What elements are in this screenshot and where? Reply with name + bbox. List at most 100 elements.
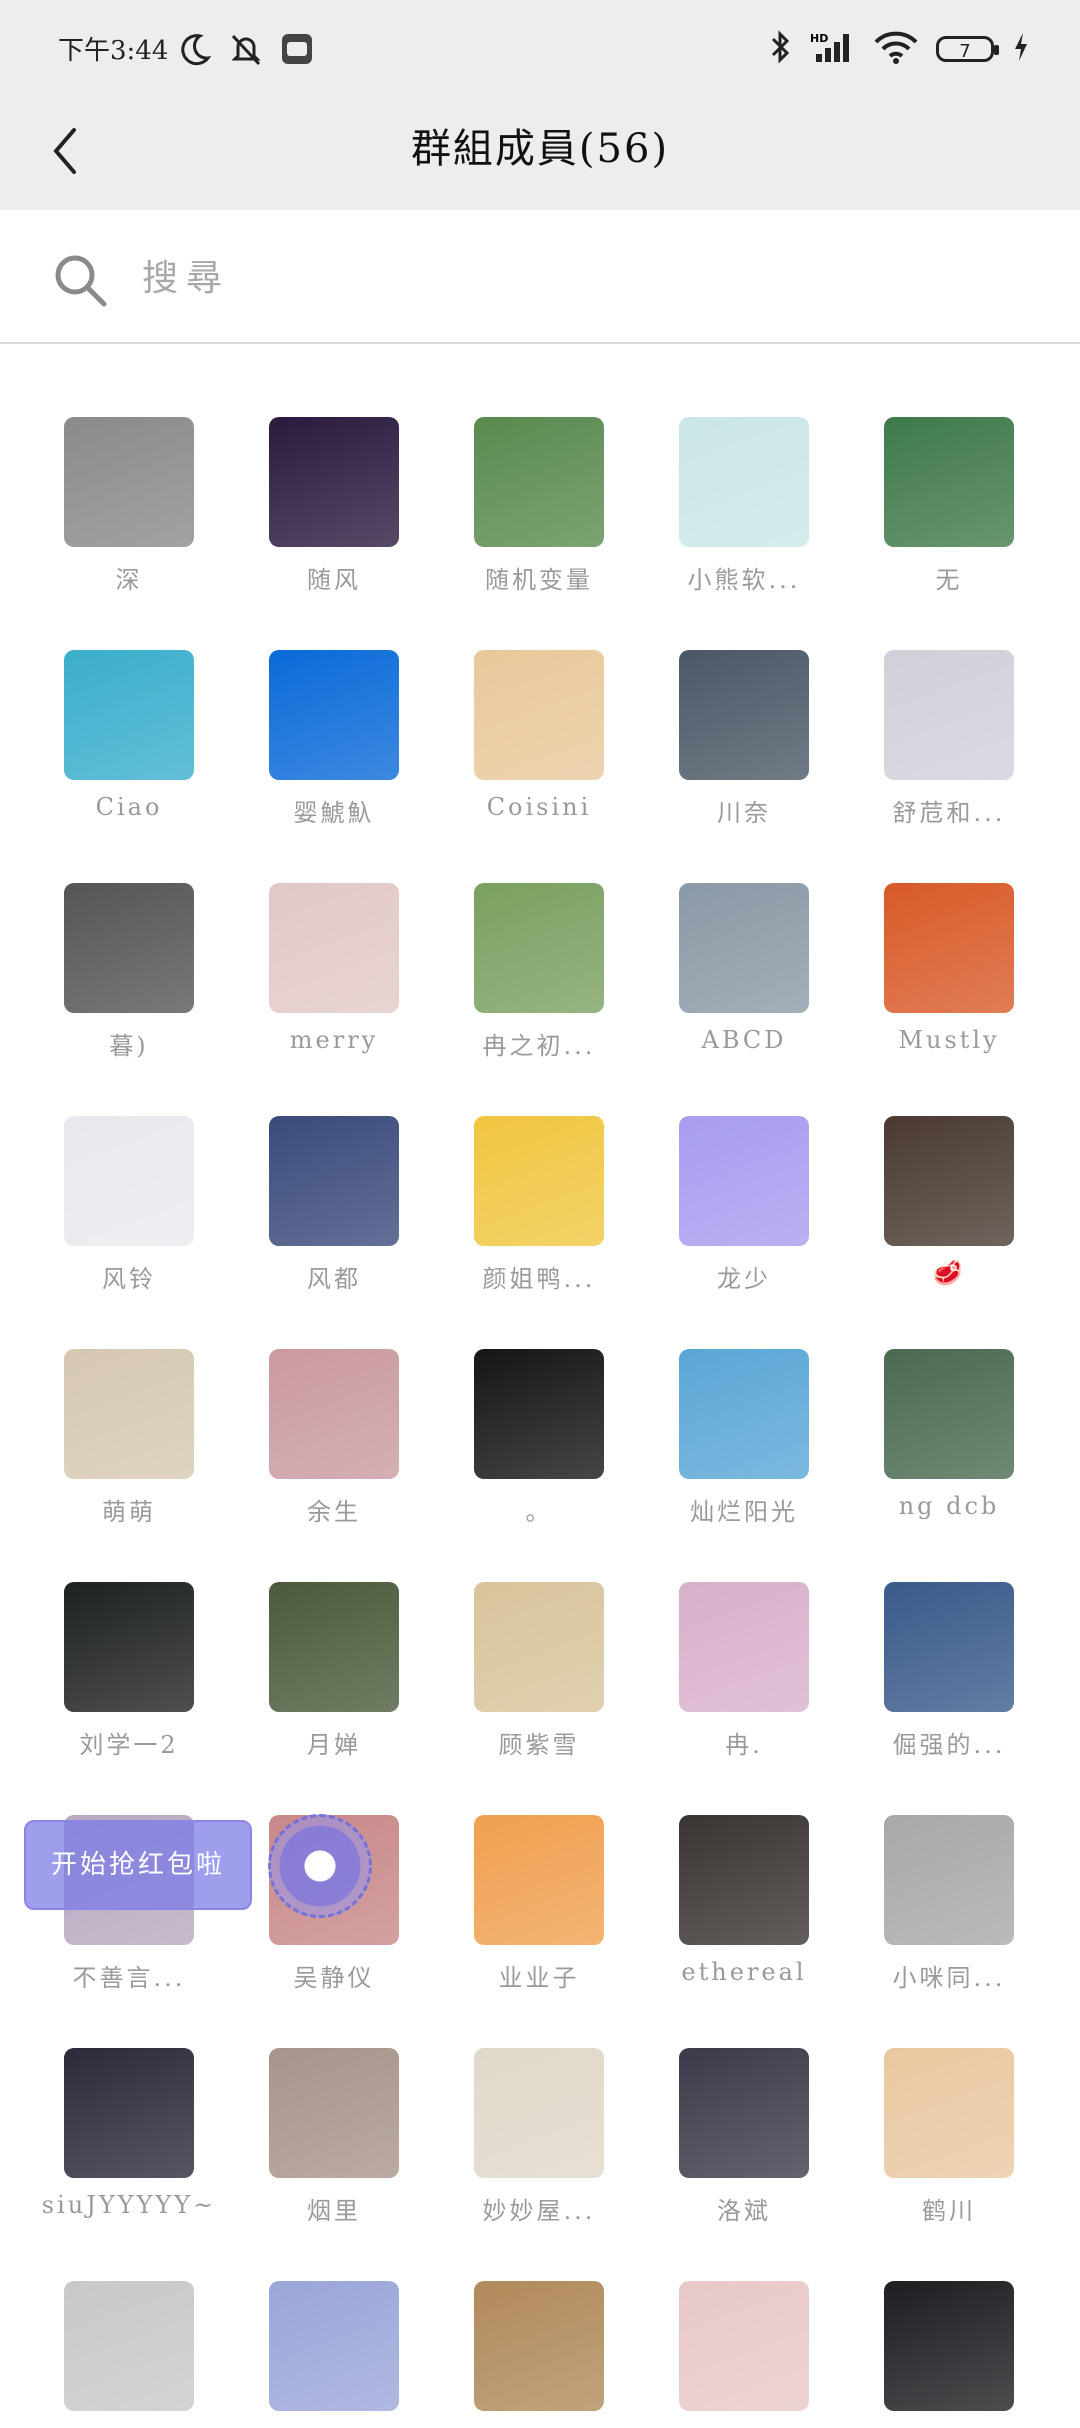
search-icon (52, 252, 108, 312)
member-item[interactable]: Ciao (15, 577, 220, 821)
member-item[interactable]: ng dcb (835, 1276, 1040, 1520)
avatar (64, 1116, 194, 1246)
avatar (64, 650, 194, 780)
avatar (679, 417, 809, 547)
member-item[interactable]: 无 (835, 344, 1040, 594)
member-item[interactable]: 川奈 (630, 577, 835, 827)
member-item[interactable]: 月婵 (220, 1509, 425, 1759)
member-item[interactable]: 小咪同... (835, 1742, 1040, 1992)
avatar (64, 417, 194, 547)
member-item[interactable]: 随机变量 (425, 344, 630, 594)
member-item[interactable]: 龙少 (630, 1043, 835, 1293)
battery-icon: 7 (936, 36, 999, 62)
avatar (64, 2048, 194, 2178)
member-item[interactable]: Coisini (425, 577, 630, 821)
member-item[interactable]: 萌萌 (15, 1276, 220, 1526)
member-item[interactable]: ethereal (630, 1742, 835, 1986)
avatar (474, 1582, 604, 1712)
member-item[interactable]: 洛斌 (630, 1975, 835, 2225)
avatar (679, 650, 809, 780)
app-notification-icon (280, 32, 314, 70)
avatar (884, 2048, 1014, 2178)
member-item[interactable]: 顾紫雪 (425, 1509, 630, 1759)
member-item[interactable] (220, 2208, 425, 2428)
floating-disc-icon[interactable] (268, 1814, 372, 1918)
member-item[interactable]: 妙妙屋... (425, 1975, 630, 2225)
avatar (474, 2048, 604, 2178)
status-time: 下午3:44 (58, 36, 169, 66)
avatar (679, 1116, 809, 1246)
bell-muted-icon (228, 32, 264, 72)
avatar (269, 1116, 399, 1246)
avatar (474, 417, 604, 547)
avatar (884, 417, 1014, 547)
moon-icon (176, 32, 212, 72)
avatar (269, 1582, 399, 1712)
avatar (884, 2281, 1014, 2411)
avatar (679, 2048, 809, 2178)
member-item[interactable] (835, 2208, 1040, 2428)
status-right: HD 7 (770, 30, 1030, 68)
avatar (679, 1815, 809, 1945)
member-item[interactable]: 灿烂阳光 (630, 1276, 835, 1526)
member-item[interactable]: 。 (425, 1276, 630, 1526)
red-packet-banner[interactable]: 开始抢红包啦 (24, 1820, 252, 1910)
avatar (269, 2281, 399, 2411)
member-item[interactable]: merry (220, 810, 425, 1054)
member-item[interactable]: 小熊软... (630, 344, 835, 594)
member-item[interactable]: 风都 (220, 1043, 425, 1293)
member-item[interactable]: 刘学一2 (15, 1509, 220, 1759)
member-item[interactable] (15, 2208, 220, 2428)
avatar (884, 1815, 1014, 1945)
avatar (884, 1349, 1014, 1479)
member-item[interactable]: 深 (15, 344, 220, 594)
svg-text:HD: HD (810, 32, 828, 45)
member-item[interactable]: 鹤川 (835, 1975, 1040, 2225)
member-item[interactable]: 颜姐鸭... (425, 1043, 630, 1293)
member-item[interactable]: 冉之初... (425, 810, 630, 1060)
avatar (884, 883, 1014, 1013)
member-item[interactable]: 随风 (220, 344, 425, 594)
avatar (474, 1815, 604, 1945)
nav-header: 群組成員(56) (0, 100, 1080, 210)
avatar (679, 2281, 809, 2411)
search-input[interactable] (140, 242, 1024, 314)
avatar (269, 650, 399, 780)
member-item[interactable]: Mustly (835, 810, 1040, 1054)
charging-icon (1012, 31, 1030, 67)
status-bar: 下午3:44 HD 7 (0, 0, 1080, 100)
avatar (269, 883, 399, 1013)
signal-icon: HD (810, 30, 856, 68)
avatar (269, 2048, 399, 2178)
avatar (269, 1349, 399, 1479)
member-item[interactable]: 倔强的... (835, 1509, 1040, 1759)
avatar (884, 1116, 1014, 1246)
avatar (474, 2281, 604, 2411)
member-item[interactable]: siuJYYYYY~ (15, 1975, 220, 2219)
member-item[interactable]: 风铃 (15, 1043, 220, 1293)
avatar (679, 1349, 809, 1479)
member-item[interactable]: 冉. (630, 1509, 835, 1759)
member-item[interactable]: 业业子 (425, 1742, 630, 1992)
member-item[interactable] (630, 2208, 835, 2428)
avatar (64, 1349, 194, 1479)
member-item[interactable]: ABCD (630, 810, 835, 1054)
avatar (64, 1582, 194, 1712)
avatar (679, 883, 809, 1013)
avatar (269, 417, 399, 547)
page-title: 群組成員(56) (410, 126, 670, 172)
member-item[interactable]: 暮) (15, 810, 220, 1060)
member-item[interactable]: 余生 (220, 1276, 425, 1526)
member-item[interactable]: 婴鯱魞 (220, 577, 425, 827)
avatar (64, 883, 194, 1013)
avatar (474, 650, 604, 780)
wifi-icon (874, 30, 918, 68)
avatar (884, 1582, 1014, 1712)
member-item[interactable]: 舒苊和... (835, 577, 1040, 827)
avatar (474, 1116, 604, 1246)
member-item[interactable] (425, 2208, 630, 2428)
member-item[interactable]: 烟里 (220, 1975, 425, 2225)
avatar (474, 1349, 604, 1479)
avatar (679, 1582, 809, 1712)
member-item[interactable]: 🥩 (835, 1043, 1040, 1287)
